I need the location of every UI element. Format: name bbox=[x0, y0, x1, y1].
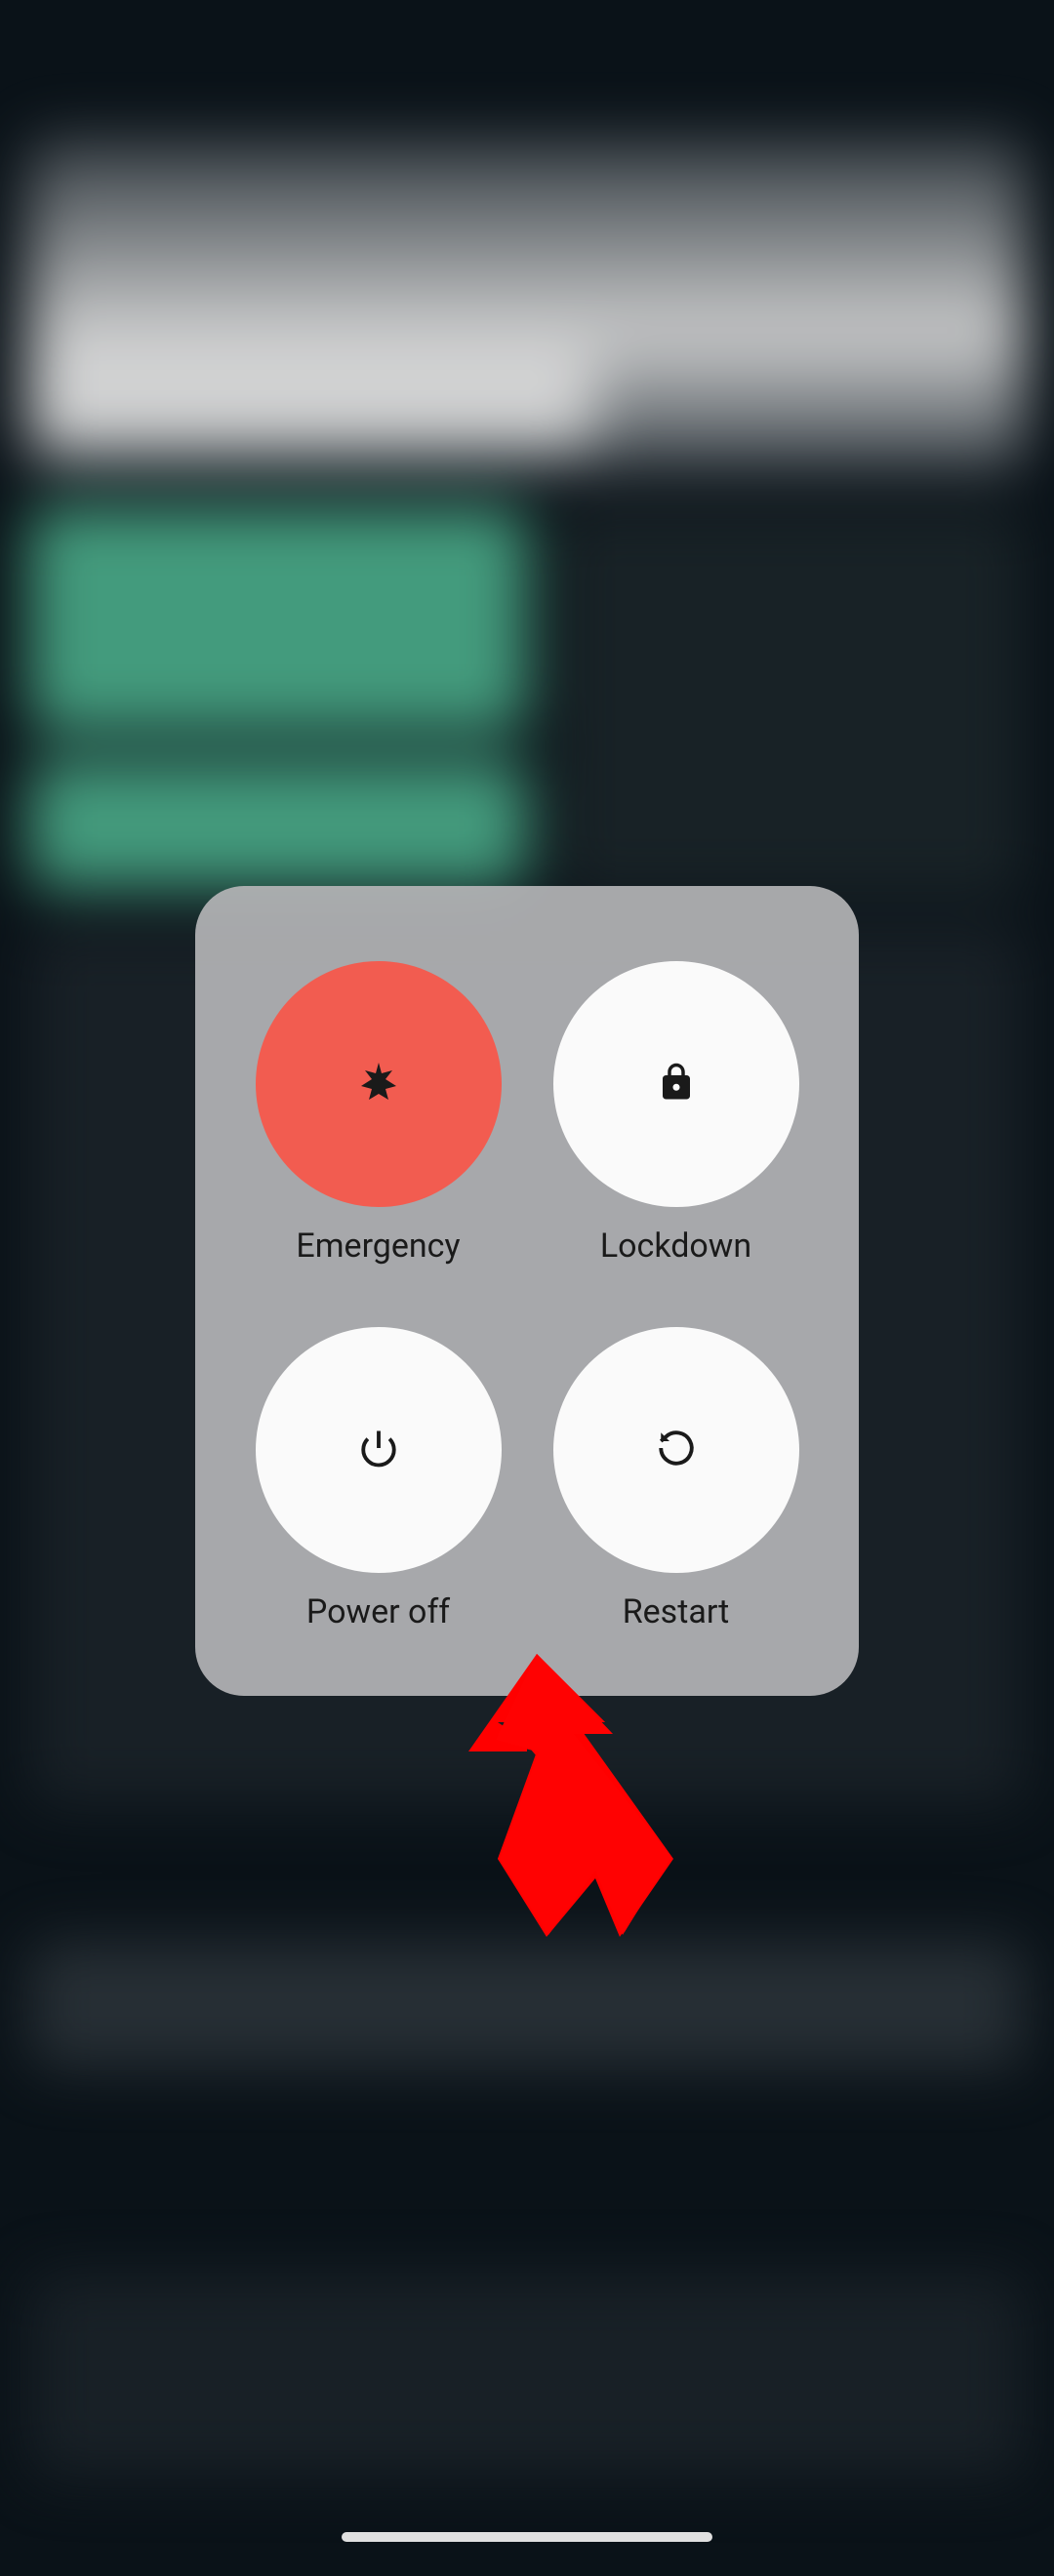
lock-icon bbox=[656, 1062, 697, 1107]
restart-button[interactable]: Restart bbox=[553, 1327, 799, 1631]
lockdown-label: Lockdown bbox=[600, 1227, 751, 1266]
emergency-label: Emergency bbox=[296, 1227, 460, 1266]
power-icon bbox=[358, 1428, 399, 1472]
power-menu-modal: Emergency Lockdown Power off bbox=[195, 886, 859, 1696]
asterisk-icon bbox=[355, 1059, 402, 1109]
restart-label: Restart bbox=[623, 1592, 730, 1631]
bg-element bbox=[29, 342, 595, 449]
power-off-circle bbox=[256, 1327, 502, 1573]
lockdown-circle bbox=[553, 961, 799, 1207]
bg-element bbox=[29, 507, 527, 732]
bg-element bbox=[556, 507, 1025, 898]
emergency-button[interactable]: Emergency bbox=[256, 961, 502, 1266]
restart-circle bbox=[553, 1327, 799, 1573]
power-off-button[interactable]: Power off bbox=[256, 1327, 502, 1631]
emergency-circle bbox=[256, 961, 502, 1207]
power-off-label: Power off bbox=[306, 1592, 450, 1631]
bg-element bbox=[29, 1942, 1025, 2069]
bg-element bbox=[29, 2274, 1025, 2478]
restart-icon bbox=[656, 1428, 697, 1472]
bg-element bbox=[29, 761, 527, 888]
lockdown-button[interactable]: Lockdown bbox=[553, 961, 799, 1266]
home-indicator[interactable] bbox=[342, 2532, 712, 2542]
